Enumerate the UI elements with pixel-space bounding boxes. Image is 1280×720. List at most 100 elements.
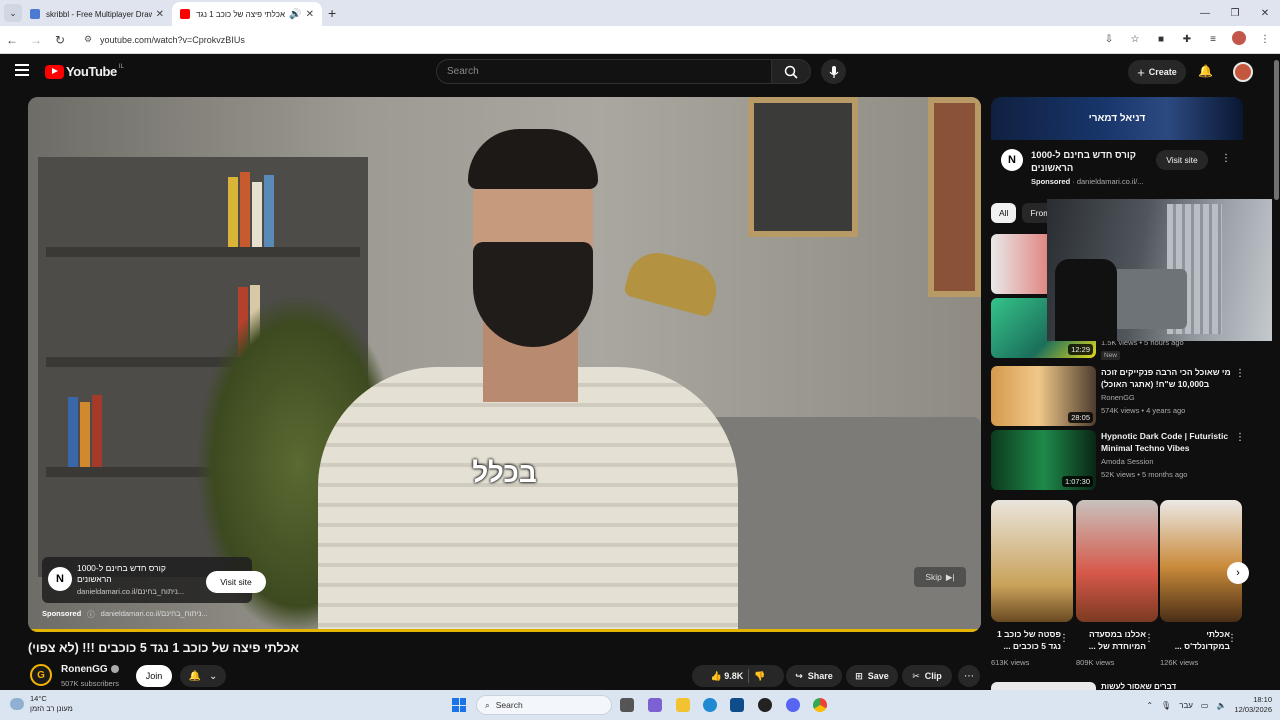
file-explorer-icon[interactable]	[676, 698, 690, 712]
visit-site-button[interactable]: Visit site	[1156, 150, 1208, 170]
video-thumbnail[interactable]: 1:07:30	[991, 430, 1096, 490]
more-actions-icon[interactable]: ⋯	[958, 665, 980, 687]
notifications-bell-icon[interactable]: 🔔	[1198, 64, 1213, 78]
close-tab-icon[interactable]: ✕	[306, 9, 314, 20]
new-tab-icon[interactable]: +	[328, 5, 336, 21]
video-thumbnail[interactable]: 28:05	[991, 366, 1096, 426]
short-menu-icon[interactable]: ⋮	[1144, 633, 1154, 644]
minimize-icon[interactable]: —	[1190, 8, 1220, 19]
channel-name[interactable]: RonenGG	[1101, 393, 1135, 402]
short-thumbnail[interactable]	[1160, 500, 1242, 622]
bookmark-star-icon[interactable]: ☆	[1126, 34, 1144, 45]
recommended-video[interactable]: דברים שאסור לעשות	[991, 682, 1243, 691]
ad-menu-icon[interactable]: ⋮	[1221, 153, 1231, 164]
info-icon[interactable]: ⓘ	[87, 609, 95, 620]
ad-overlay-card[interactable]: N קורס חדש בחינם ל-1000 הראשונים danield…	[42, 557, 266, 603]
short-thumbnail[interactable]	[1076, 500, 1158, 622]
network-icon[interactable]: ▭	[1201, 701, 1209, 710]
share-button[interactable]: ↪ Share	[786, 665, 842, 687]
window-controls: — ❐ ✕	[1190, 0, 1280, 26]
shorts-next-icon[interactable]: ›	[1227, 562, 1249, 584]
discord-icon[interactable]	[786, 698, 800, 712]
browser-menu-icon[interactable]: ⋮	[1256, 34, 1274, 45]
weather-desc: מעונן רב הזמן	[30, 704, 73, 713]
obs-icon[interactable]	[758, 698, 772, 712]
restore-icon[interactable]: ❐	[1220, 8, 1250, 19]
volume-icon[interactable]: 🔈	[1216, 701, 1226, 710]
ad-progress-bar[interactable]	[28, 629, 981, 632]
search-button[interactable]	[771, 59, 811, 84]
sidebar-ad[interactable]: דניאל דמארי N קורס חדש בחינם ל-1000 הראש…	[991, 97, 1243, 197]
mic-tray-icon[interactable]: 🎙	[1161, 701, 1171, 710]
video-menu-icon[interactable]: ⋮	[1235, 432, 1245, 443]
clip-button[interactable]: ✂ Clip	[902, 665, 952, 687]
site-info-icon[interactable]: ⚙	[84, 34, 94, 45]
video-thumbnail[interactable]	[991, 682, 1096, 690]
teams-icon[interactable]	[648, 698, 662, 712]
weather-widget[interactable]: 14°C מעונן רב הזמן	[10, 694, 73, 714]
share-icon: ↪	[795, 670, 803, 681]
short-thumbnail[interactable]	[991, 500, 1073, 622]
account-avatar[interactable]	[1233, 62, 1253, 82]
youtube-logo[interactable]: YouTube IL	[45, 64, 124, 79]
visit-site-button[interactable]: Visit site	[206, 571, 266, 593]
video-menu-icon[interactable]: ⋮	[1235, 368, 1245, 379]
store-icon[interactable]	[730, 698, 744, 712]
back-icon[interactable]: ←	[0, 33, 24, 47]
task-view-icon[interactable]	[620, 698, 634, 712]
ad-title[interactable]: קורס חדש בחינם ל-1000 הראשונים	[1031, 149, 1136, 175]
short-title[interactable]: אכלתי במקדונלד'ס ...	[1160, 628, 1230, 652]
page-scrollbar[interactable]	[1272, 54, 1280, 690]
install-app-icon[interactable]: ⇩	[1100, 34, 1118, 45]
recommended-video[interactable]: 28:05 מי שאוכל הכי הרבה פנקייקים זוכה ב1…	[991, 366, 1245, 426]
hamburger-menu-icon[interactable]	[15, 64, 29, 76]
windows-start-icon[interactable]	[452, 698, 466, 712]
language-indicator[interactable]: עבר	[1179, 701, 1193, 710]
short-title[interactable]: אכלנו במסעדה המיוחדת של ...	[1076, 628, 1146, 652]
dislike-icon[interactable]: 👎	[754, 671, 765, 682]
skip-ad-button[interactable]: Skip ▶|	[914, 567, 966, 587]
close-window-icon[interactable]: ✕	[1250, 8, 1280, 19]
chip-all[interactable]: All	[991, 203, 1017, 223]
create-button[interactable]: + Create	[1128, 60, 1186, 84]
clock[interactable]: 18:10 12/03/2026	[1234, 695, 1272, 715]
forward-icon[interactable]: →	[24, 33, 48, 47]
taskbar-search[interactable]: ⌕ Search	[476, 695, 612, 715]
like-button[interactable]: 👍 9.8K	[711, 671, 744, 682]
channel-name[interactable]: RonenGG	[61, 664, 119, 675]
url-field[interactable]: ⚙ youtube.com/watch?v=CprokvzBIUs	[78, 28, 1078, 51]
video-meta: 574K views • 4 years ago	[1101, 406, 1186, 415]
sponsored-domain[interactable]: danieldamari.co.il/ניתוח_בחינם...	[101, 609, 208, 620]
chrome-icon[interactable]	[813, 698, 827, 712]
extensions-puzzle-icon[interactable]: ✚	[1178, 34, 1196, 45]
media-control-icon[interactable]: ≡	[1204, 34, 1222, 45]
search-input[interactable]: Search	[436, 59, 772, 84]
microphone-icon	[829, 65, 838, 78]
close-tab-icon[interactable]: ✕	[156, 9, 164, 20]
video-title[interactable]: Hypnotic Dark Code | Futuristic Minimal …	[1101, 430, 1231, 454]
edge-icon[interactable]	[703, 698, 717, 712]
short-title[interactable]: פסטה של כוכב 1 נגד 5 כוכבים ...	[991, 628, 1061, 652]
profile-avatar[interactable]	[1230, 31, 1248, 48]
create-label: Create	[1148, 67, 1177, 77]
channel-name[interactable]: Amoda Session	[1101, 457, 1154, 466]
channel-avatar[interactable]: G	[30, 664, 52, 686]
subscribe-bell-button[interactable]: 🔔 ⌄	[180, 665, 226, 687]
join-button[interactable]: Join	[136, 665, 172, 687]
short-menu-icon[interactable]: ⋮	[1059, 633, 1069, 644]
save-button[interactable]: ⊞ Save	[846, 665, 898, 687]
tab-skribbl[interactable]: skribbl - Free Multiplayer Drawi ✕	[22, 2, 172, 26]
bell-icon: 🔔	[188, 670, 202, 682]
video-player[interactable]: בכלל N קורס חדש בחינם ל-1000 הראשונים da…	[28, 97, 981, 632]
voice-search-button[interactable]	[821, 59, 846, 84]
tray-chevron-icon[interactable]: ⌃	[1146, 701, 1153, 710]
video-title[interactable]: מי שאוכל הכי הרבה פנקייקים זוכה ב10,000 …	[1101, 366, 1231, 390]
ad-banner[interactable]: דניאל דמארי	[991, 97, 1243, 140]
tab-search-icon[interactable]: ⌄	[4, 4, 22, 22]
recommended-video[interactable]: 1:07:30 Hypnotic Dark Code | Futuristic …	[991, 430, 1245, 490]
extension-icon[interactable]: ■	[1152, 34, 1170, 45]
tab-youtube[interactable]: אכלתי פיצה של כוכב 1 נגד 🔊 ✕	[172, 2, 322, 26]
short-menu-icon[interactable]: ⋮	[1227, 633, 1237, 644]
audio-icon[interactable]: 🔊	[289, 9, 301, 20]
reload-icon[interactable]: ↻	[48, 33, 72, 47]
